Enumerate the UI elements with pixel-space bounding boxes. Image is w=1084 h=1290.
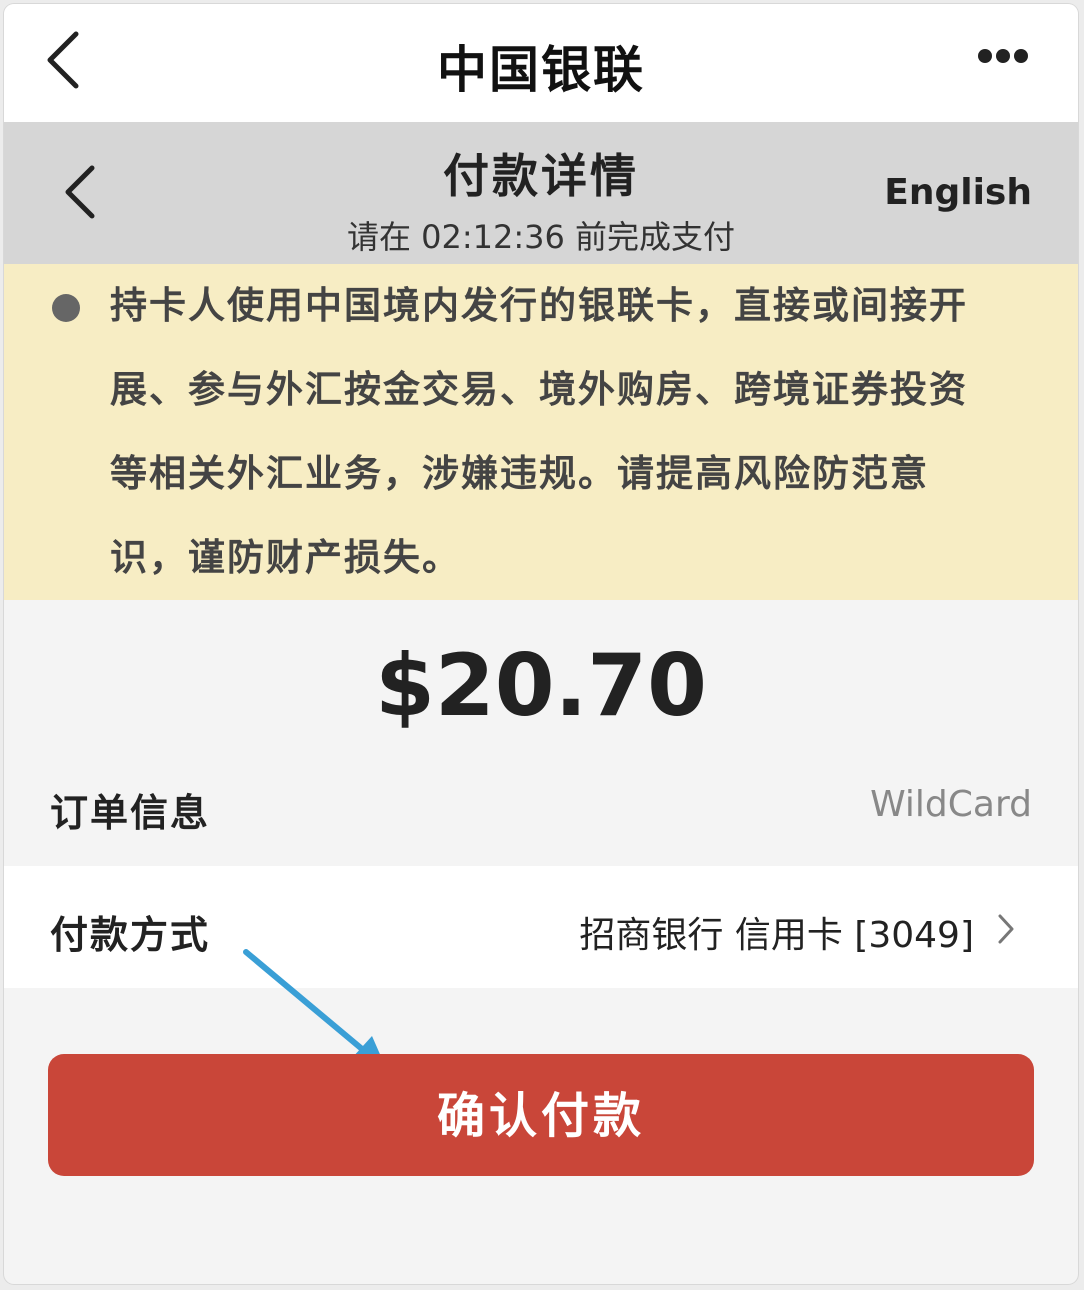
dot-icon [978, 49, 992, 63]
notice-line: 识，谨防财产损失。 [110, 536, 461, 579]
order-info-label: 订单信息 [50, 791, 211, 835]
more-horizontal-icon[interactable] [978, 48, 1032, 70]
payment-screen: 中国银联 付款详情 请在 02:12:36 前完成支付 English 持卡人使… [4, 4, 1078, 1284]
payment-deadline: 请在 02:12:36 前完成支付 [346, 218, 736, 256]
dot-icon [1014, 49, 1028, 63]
order-info-row: 订单信息 WildCard [4, 744, 1078, 866]
notice-line: 持卡人使用中国境内发行的银联卡，直接或间接开 [110, 284, 968, 327]
language-toggle[interactable]: English [884, 172, 1032, 213]
payment-method-row[interactable]: 付款方式 招商银行 信用卡 [3049] [4, 866, 1078, 988]
payment-method-value: 招商银行 信用卡 [3049] [579, 915, 974, 956]
payment-method-label: 付款方式 [50, 913, 211, 957]
dot-icon [996, 49, 1010, 63]
top-navigation-bar: 中国银联 [4, 4, 1078, 122]
notice-line: 展、参与外汇按金交易、境外购房、跨境证券投资 [110, 368, 968, 411]
payment-amount: $20.70 [375, 636, 707, 736]
confirm-payment-button[interactable]: 确认付款 [48, 1054, 1034, 1176]
bullet-icon [52, 294, 80, 322]
app-title: 中国银联 [437, 41, 645, 99]
notice-line: 等相关外汇业务，涉嫌违规。请提高风险防范意 [110, 452, 929, 495]
risk-notice: 持卡人使用中国境内发行的银联卡，直接或间接开 展、参与外汇按金交易、境外购房、跨… [4, 264, 1078, 600]
page-header: 付款详情 请在 02:12:36 前完成支付 English [4, 122, 1078, 264]
order-info-value: WildCard [870, 784, 1032, 825]
chevron-right-icon [998, 914, 1014, 944]
notice-text: 持卡人使用中国境内发行的银联卡，直接或间接开 展、参与外汇按金交易、境外购房、跨… [110, 264, 1030, 600]
